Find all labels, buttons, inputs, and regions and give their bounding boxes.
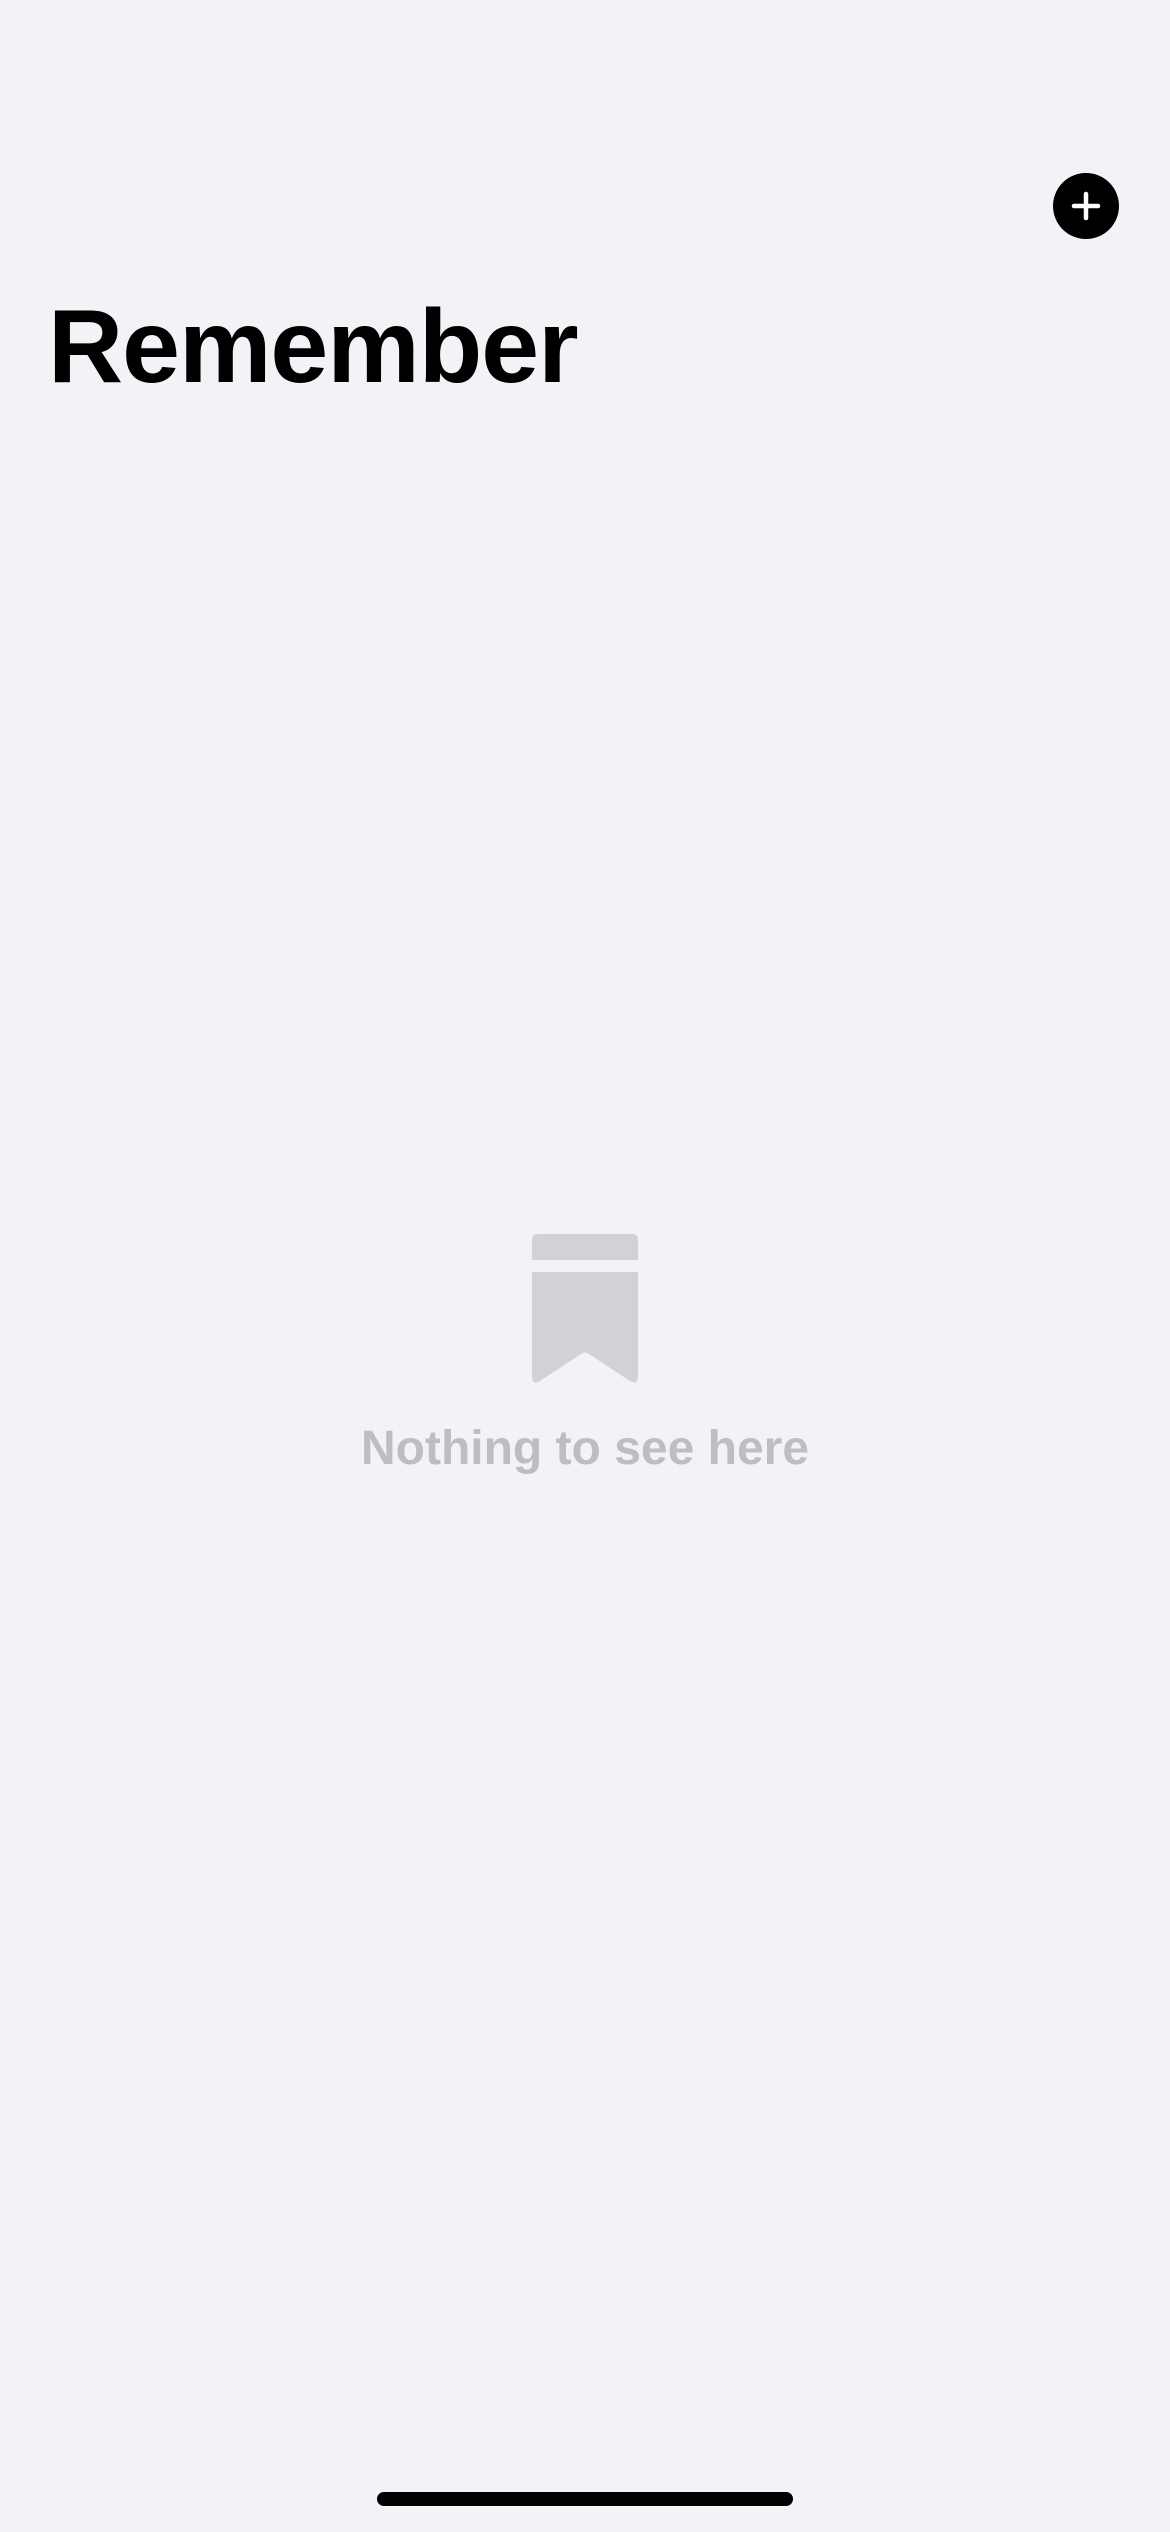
plus-icon [1071, 191, 1101, 221]
home-indicator[interactable] [377, 2492, 793, 2506]
page-title: Remember [48, 289, 579, 405]
add-button[interactable] [1053, 173, 1119, 239]
empty-state-message: Nothing to see here [360, 1422, 810, 1475]
bookmark-icon [532, 1234, 638, 1383]
app-screen: Remember Nothing to see here [0, 0, 1170, 2532]
empty-state: Nothing to see here [0, 1234, 1170, 1478]
